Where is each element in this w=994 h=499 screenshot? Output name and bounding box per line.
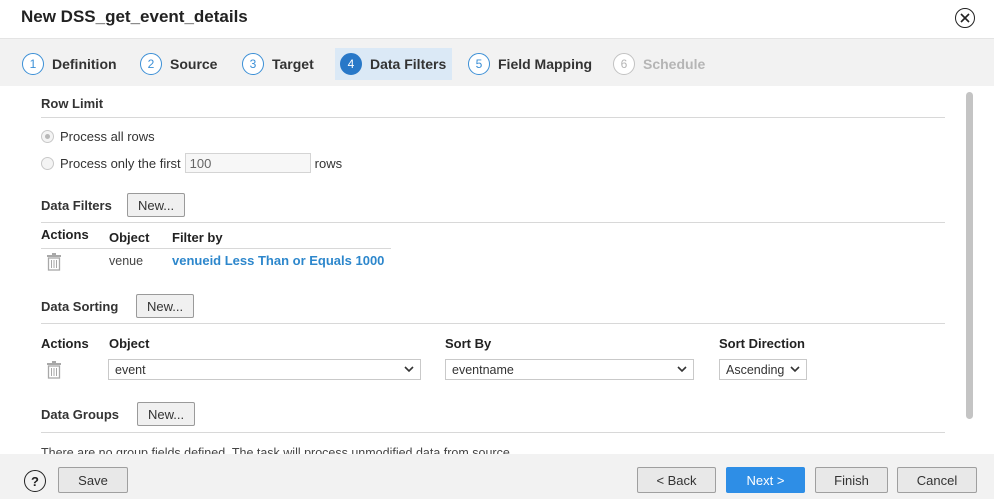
col-object: Object xyxy=(109,336,150,351)
radio-process-first[interactable]: Process only the first rows xyxy=(41,153,342,173)
divider xyxy=(41,248,391,249)
filter-expression-link[interactable]: venueid Less Than or Equals 1000 xyxy=(172,253,384,268)
data-filters-heading: Data Filters xyxy=(41,198,112,213)
data-filters-panel: Row Limit Process all rows Process only … xyxy=(21,86,977,454)
radio-label: Process only the first xyxy=(60,155,181,171)
back-button[interactable]: < Back xyxy=(637,467,716,493)
dialog-footer: ? Save < Back Next > Finish Cancel xyxy=(0,454,994,499)
step-number: 4 xyxy=(340,53,362,75)
selected-value: Ascending xyxy=(726,362,785,377)
row-limit-heading: Row Limit xyxy=(41,96,104,111)
col-actions: Actions xyxy=(41,227,89,242)
filter-object-cell: venue xyxy=(109,254,144,268)
selected-value: event xyxy=(115,362,146,377)
col-object: Object xyxy=(109,230,150,245)
step-data-filters[interactable]: 4 Data Filters xyxy=(335,48,453,80)
step-number: 1 xyxy=(22,53,44,75)
selected-value: eventname xyxy=(452,362,514,377)
new-sort-button[interactable]: New... xyxy=(136,294,195,318)
dialog-title: New DSS_get_event_details xyxy=(21,7,248,26)
rows-suffix: rows xyxy=(314,155,343,171)
step-target[interactable]: 3 Target xyxy=(242,52,314,76)
col-sort-direction: Sort Direction xyxy=(719,336,805,351)
cancel-button[interactable]: Cancel xyxy=(897,467,977,493)
divider xyxy=(41,323,945,324)
sort-object-select[interactable]: event xyxy=(108,359,421,380)
radio-process-all[interactable]: Process all rows xyxy=(41,129,155,144)
trash-icon[interactable] xyxy=(46,253,62,271)
close-icon[interactable] xyxy=(955,8,975,28)
radio-button[interactable] xyxy=(41,130,54,143)
col-filter-by: Filter by xyxy=(172,230,223,245)
divider xyxy=(41,222,945,223)
step-definition[interactable]: 1 Definition xyxy=(22,52,117,76)
dialog-titlebar: New DSS_get_event_details xyxy=(0,0,994,38)
no-groups-message: There are no group fields defined. The t… xyxy=(41,446,514,454)
trash-icon[interactable] xyxy=(46,361,62,379)
step-label: Schedule xyxy=(643,56,706,72)
chevron-down-icon xyxy=(404,366,414,373)
radio-button[interactable] xyxy=(41,156,54,170)
divider xyxy=(41,117,945,118)
wizard-steps: 1 Definition 2 Source 3 Target 4 Data Fi… xyxy=(0,38,994,86)
col-sort-by: Sort By xyxy=(445,336,492,351)
radio-label: Process all rows xyxy=(60,129,155,144)
data-sorting-heading: Data Sorting xyxy=(41,299,119,314)
col-actions: Actions xyxy=(41,336,89,351)
help-icon[interactable]: ? xyxy=(24,470,46,492)
sort-by-select[interactable]: eventname xyxy=(445,359,694,380)
step-number: 3 xyxy=(242,53,264,75)
step-number: 2 xyxy=(140,53,162,75)
step-field-mapping[interactable]: 5 Field Mapping xyxy=(468,52,592,76)
chevron-down-icon xyxy=(677,366,687,373)
finish-button[interactable]: Finish xyxy=(815,467,888,493)
save-button[interactable]: Save xyxy=(58,467,128,493)
step-label: Target xyxy=(272,56,314,72)
step-label: Source xyxy=(170,56,218,72)
sort-direction-select[interactable]: Ascending xyxy=(719,359,807,380)
step-label: Definition xyxy=(52,56,117,72)
step-schedule: 6 Schedule xyxy=(613,52,705,76)
new-filter-button[interactable]: New... xyxy=(127,193,186,217)
data-groups-heading: Data Groups xyxy=(41,407,120,422)
chevron-down-icon xyxy=(790,366,800,373)
next-button[interactable]: Next > xyxy=(726,467,805,493)
divider xyxy=(41,432,945,433)
step-label: Data Filters xyxy=(370,56,447,72)
step-source[interactable]: 2 Source xyxy=(140,52,217,76)
step-number: 5 xyxy=(468,53,490,75)
step-number: 6 xyxy=(613,53,635,75)
new-group-button[interactable]: New... xyxy=(137,402,196,426)
vertical-scrollbar[interactable] xyxy=(966,92,973,419)
step-label: Field Mapping xyxy=(498,56,593,72)
row-limit-input[interactable] xyxy=(184,153,311,173)
